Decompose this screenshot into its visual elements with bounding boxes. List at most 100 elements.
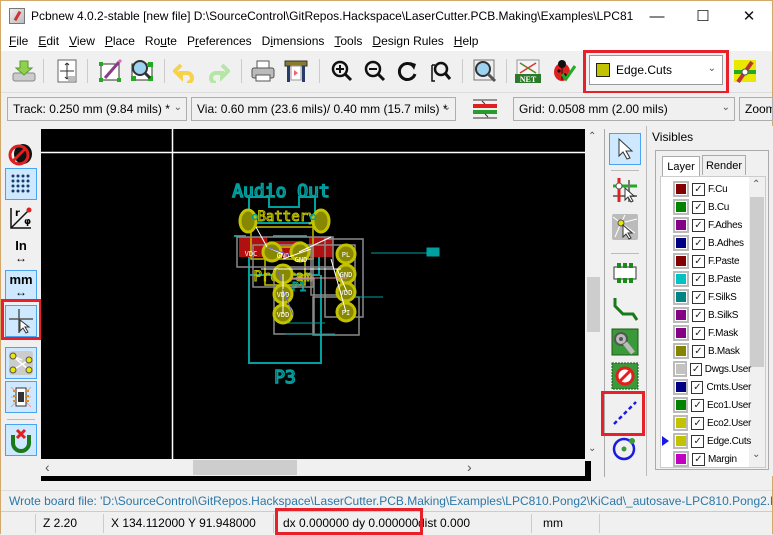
layer-row[interactable]: ✓ B.Paste bbox=[661, 270, 751, 288]
grid-select[interactable]: Grid: 0.0508 mm (2.00 mils) ⌄ bbox=[513, 97, 735, 121]
layer-visibility-checkbox[interactable]: ✓ bbox=[692, 290, 705, 304]
scroll-down-icon[interactable]: ⌄ bbox=[588, 443, 596, 454]
layer-scroll-thumb[interactable] bbox=[750, 197, 764, 367]
scroll-right-icon[interactable]: › bbox=[467, 459, 472, 475]
layer-row[interactable]: ✓ F.SilkS bbox=[661, 288, 751, 306]
print-button[interactable] bbox=[249, 57, 277, 85]
layer-color-swatch[interactable] bbox=[673, 235, 689, 251]
footprint-viewer-button[interactable] bbox=[128, 57, 156, 85]
add-graphic-line-button[interactable] bbox=[609, 397, 641, 429]
layer-visibility-checkbox[interactable]: ✓ bbox=[691, 398, 704, 412]
netlist-button[interactable]: NET bbox=[514, 57, 542, 85]
zoom-in-button[interactable] bbox=[328, 57, 356, 85]
local-ratsnest-button[interactable] bbox=[609, 211, 641, 243]
scroll-left-icon[interactable]: ‹ bbox=[45, 459, 50, 475]
add-via-button[interactable] bbox=[609, 326, 641, 358]
undo-button[interactable] bbox=[171, 57, 199, 85]
layer-row[interactable]: ✓ Cmts.User bbox=[661, 378, 751, 396]
pcb-canvas[interactable]: Audio Out P3 Battery Program P1 bbox=[41, 129, 591, 481]
layer-visibility-checkbox[interactable]: ✓ bbox=[692, 272, 705, 286]
layer-color-swatch[interactable] bbox=[673, 217, 689, 233]
menu-place[interactable]: Place bbox=[100, 34, 140, 48]
highlight-net-button[interactable] bbox=[609, 174, 641, 206]
redraw-button[interactable] bbox=[394, 57, 422, 85]
drc-button[interactable] bbox=[549, 57, 577, 85]
scroll-up-icon[interactable]: ⌃ bbox=[588, 131, 596, 142]
layer-color-swatch[interactable] bbox=[673, 181, 689, 197]
close-button[interactable]: ✕ bbox=[726, 1, 772, 31]
menu-file[interactable]: File bbox=[4, 34, 33, 48]
save-board-button[interactable] bbox=[10, 57, 38, 85]
ratsnest-button[interactable] bbox=[5, 347, 37, 379]
menu-dimensions[interactable]: Dimensions bbox=[257, 34, 330, 48]
add-keepout-button[interactable] bbox=[609, 360, 641, 392]
track-width-select[interactable]: Track: 0.250 mm (9.84 mils) * ⌄ bbox=[7, 97, 187, 121]
maximize-button[interactable]: ☐ bbox=[680, 1, 726, 31]
layer-list-scrollbar[interactable]: ⌃ ⌄ bbox=[749, 177, 765, 467]
auto-delete-track-button[interactable] bbox=[5, 424, 37, 456]
layer-color-swatch[interactable] bbox=[673, 433, 689, 449]
layer-color-swatch[interactable] bbox=[673, 307, 689, 323]
menu-help[interactable]: Help bbox=[449, 34, 484, 48]
module-ratsnest-button[interactable] bbox=[5, 381, 37, 413]
layer-color-swatch[interactable] bbox=[673, 199, 689, 215]
layer-visibility-checkbox[interactable]: ✓ bbox=[692, 200, 705, 214]
tab-render[interactable]: Render bbox=[702, 155, 746, 175]
auto-track-width-button[interactable] bbox=[471, 95, 499, 123]
menu-preferences[interactable]: Preferences bbox=[182, 34, 257, 48]
polar-coords-button[interactable]: rφ bbox=[5, 202, 37, 234]
zoom-fit-button[interactable] bbox=[426, 57, 454, 85]
page-settings-button[interactable] bbox=[53, 57, 81, 85]
horizontal-scroll-thumb[interactable] bbox=[193, 460, 297, 475]
redo-button[interactable] bbox=[204, 57, 232, 85]
layer-color-swatch[interactable] bbox=[673, 361, 688, 377]
layer-row[interactable]: ✓ B.Adhes bbox=[661, 234, 751, 252]
zoom-out-button[interactable] bbox=[361, 57, 389, 85]
layer-visibility-checkbox[interactable]: ✓ bbox=[691, 380, 704, 394]
units-inch-button[interactable]: In ↔ bbox=[5, 236, 37, 268]
layer-color-swatch[interactable] bbox=[673, 343, 689, 359]
tab-layer[interactable]: Layer bbox=[662, 156, 700, 176]
find-button[interactable] bbox=[471, 57, 499, 85]
layer-color-swatch[interactable] bbox=[673, 289, 689, 305]
layer-row[interactable]: ✓ Eco1.User bbox=[661, 396, 751, 414]
layer-row[interactable]: ✓ F.Adhes bbox=[661, 216, 751, 234]
menu-view[interactable]: View bbox=[64, 34, 100, 48]
layer-color-swatch[interactable] bbox=[673, 253, 689, 269]
layer-visibility-checkbox[interactable]: ✓ bbox=[692, 344, 705, 358]
footprint-editor-button[interactable] bbox=[96, 57, 124, 85]
layer-row[interactable]: ✓ F.Mask bbox=[661, 324, 751, 342]
canvas-vertical-scrollbar[interactable]: ⌃ ⌄ bbox=[585, 129, 602, 461]
layer-visibility-checkbox[interactable]: ✓ bbox=[692, 308, 705, 322]
zoom-select[interactable]: Zoom : bbox=[739, 97, 773, 121]
layer-color-swatch[interactable] bbox=[673, 271, 689, 287]
layer-visibility-checkbox[interactable]: ✓ bbox=[691, 434, 704, 448]
menu-tools[interactable]: Tools bbox=[329, 34, 367, 48]
layer-color-swatch[interactable] bbox=[673, 415, 689, 431]
layer-visibility-checkbox[interactable]: ✓ bbox=[691, 416, 704, 430]
layer-visibility-checkbox[interactable]: ✓ bbox=[692, 218, 705, 232]
scroll-up-icon[interactable]: ⌃ bbox=[752, 179, 760, 190]
full-crosshair-button[interactable] bbox=[5, 305, 37, 337]
canvas-horizontal-scrollbar[interactable]: ‹ › bbox=[41, 459, 585, 476]
units-mm-button[interactable]: mm ↔ bbox=[5, 270, 37, 302]
layer-row[interactable]: ✓ F.Paste bbox=[661, 252, 751, 270]
minimize-button[interactable]: — bbox=[634, 1, 680, 31]
add-track-button[interactable] bbox=[609, 292, 641, 324]
layer-row[interactable]: ✓ Edge.Cuts bbox=[661, 432, 751, 450]
layer-visibility-checkbox[interactable]: ✓ bbox=[692, 182, 705, 196]
via-size-select[interactable]: Via: 0.60 mm (23.6 mils)/ 0.40 mm (15.7 … bbox=[191, 97, 456, 121]
active-layer-select[interactable]: Edge.Cuts ⌄ bbox=[589, 55, 723, 85]
layer-row[interactable]: ✓ B.Cu bbox=[661, 198, 751, 216]
vertical-scroll-thumb[interactable] bbox=[587, 277, 600, 332]
layer-visibility-checkbox[interactable]: ✓ bbox=[690, 362, 702, 376]
layer-row[interactable]: ✓ B.Mask bbox=[661, 342, 751, 360]
scroll-down-icon[interactable]: ⌄ bbox=[752, 449, 760, 460]
layer-color-swatch[interactable] bbox=[673, 325, 689, 341]
grid-toggle-button[interactable] bbox=[5, 168, 37, 200]
layer-visibility-checkbox[interactable]: ✓ bbox=[692, 236, 705, 250]
add-circle-button[interactable] bbox=[609, 432, 641, 464]
layer-visibility-checkbox[interactable]: ✓ bbox=[692, 452, 705, 466]
layer-pair-button[interactable] bbox=[731, 57, 759, 85]
select-tool-button[interactable] bbox=[609, 133, 641, 165]
